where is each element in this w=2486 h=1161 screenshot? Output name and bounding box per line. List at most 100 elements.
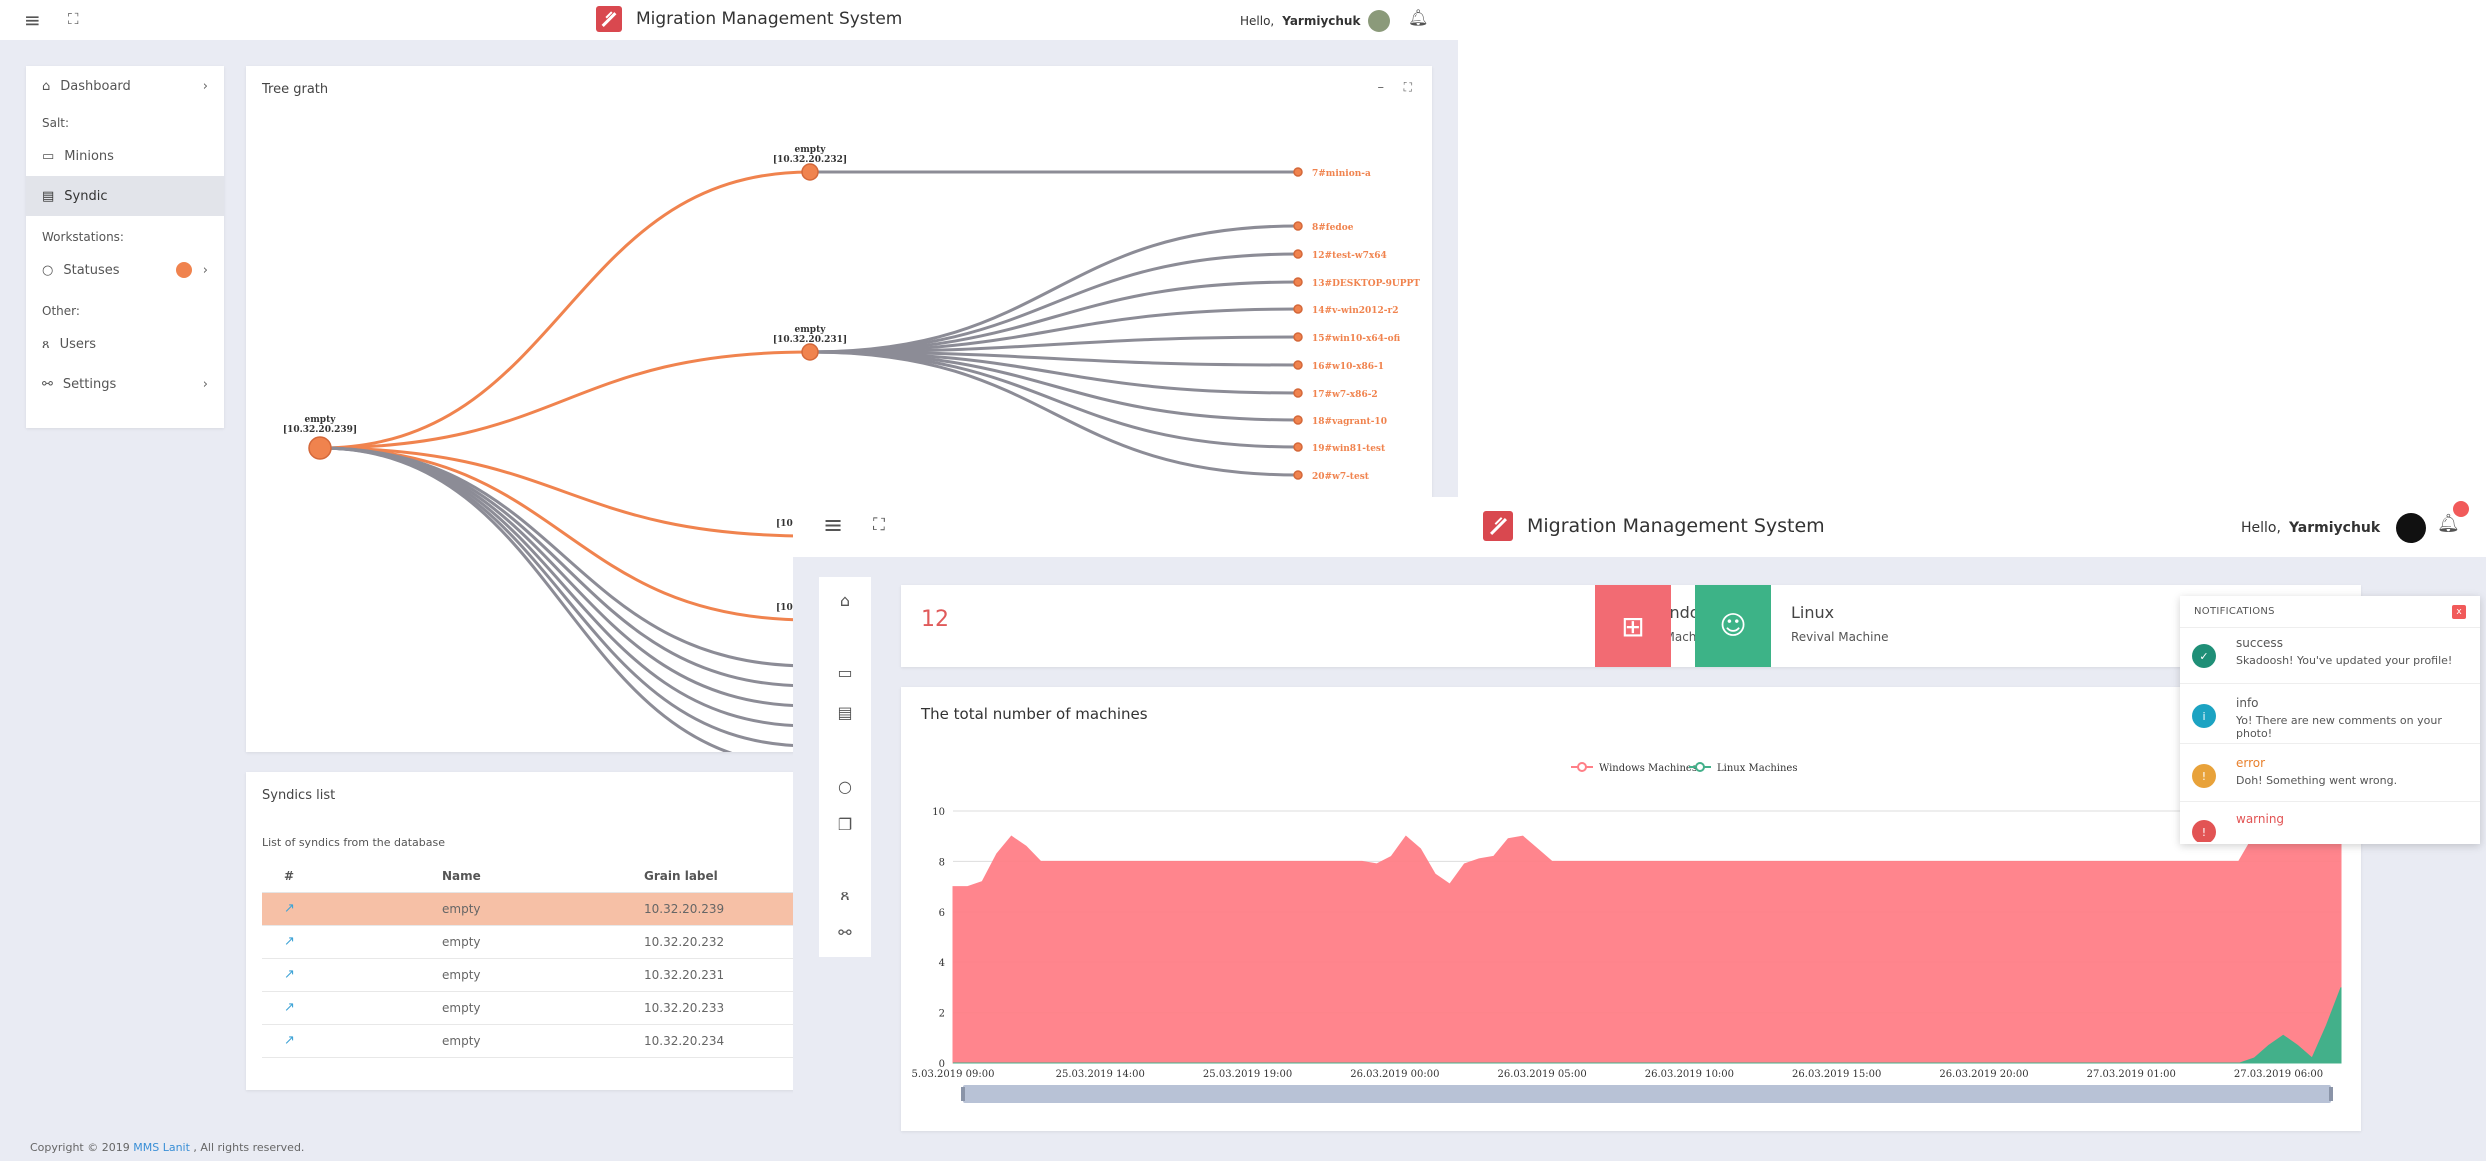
home-icon[interactable]: ⌂ — [819, 591, 871, 610]
table-row[interactable]: ↗︎ empty 10.32.20.234 — [262, 1024, 806, 1058]
leaf-node — [1293, 277, 1303, 287]
edit-icon[interactable]: ↗︎ — [284, 1000, 295, 1015]
fullscreen-icon[interactable]: ⛶ — [873, 515, 885, 535]
x-tick-label: 26.03.2019 05:00 — [1497, 1069, 1586, 1080]
tree-link — [319, 446, 811, 728]
sidebar-item-syndic[interactable]: ▤ Syndic — [26, 176, 224, 216]
node-ip: [10 — [776, 603, 793, 613]
windows-icon[interactable]: ⊞ — [1595, 585, 1671, 667]
app-title: Migration Management System — [636, 9, 903, 29]
notification-message: Doh! Something went wrong. — [2236, 774, 2398, 787]
leaf-node — [1293, 221, 1303, 231]
edit-icon[interactable]: ↗︎ — [284, 901, 295, 916]
tree-link — [319, 446, 811, 688]
user-name: Yarmiychuk — [2288, 520, 2381, 536]
edit-icon[interactable]: ↗︎ — [284, 967, 295, 982]
success-icon: ✓ — [2192, 644, 2216, 668]
greeting-text: Hello, — [1240, 14, 1275, 28]
windows-title: Windows — [1649, 603, 1721, 622]
section-other: Other: — [42, 304, 80, 318]
greeting-text: Hello, — [2241, 520, 2281, 536]
sidebar-item-settings[interactable]: ⚯ Settings › — [26, 364, 224, 404]
leaf-label: 12#test-w7x64 — [1312, 251, 1387, 261]
menu-icon[interactable]: ≡ — [24, 8, 41, 32]
tree-link — [319, 350, 811, 450]
avatar[interactable] — [1368, 10, 1391, 32]
tree-node — [801, 163, 819, 181]
table-row[interactable]: ↗︎ empty 10.32.20.239 — [262, 892, 806, 926]
x-tick-label: 26.03.2019 10:00 — [1645, 1069, 1734, 1080]
y-tick-label: 10 — [932, 807, 945, 818]
laptop-icon: ▭ — [42, 148, 55, 164]
chevron-right-icon: › — [202, 78, 208, 94]
copy-icon[interactable]: ❐ — [819, 815, 871, 834]
leaf-node — [1293, 470, 1303, 480]
notification-item[interactable]: ✓ success Skadoosh! You've updated your … — [2180, 628, 2480, 684]
notification-badge — [2453, 501, 2469, 517]
sidebar-item-label: Syndic — [64, 188, 108, 204]
menu-icon[interactable]: ≡ — [823, 511, 843, 539]
linux-icon[interactable]: ☺ — [1695, 585, 1771, 667]
laptop-icon[interactable]: ▭ — [819, 663, 871, 682]
link-icon[interactable]: ⚯ — [819, 923, 871, 942]
notification-item[interactable]: i info Yo! There are new comments on you… — [2180, 684, 2480, 744]
y-tick-label: 2 — [939, 1009, 945, 1020]
windows-stat: Windows Doomed Machines — [1461, 603, 1721, 644]
logo-icon — [596, 6, 622, 32]
x-tick-label: 25.03.2019 14:00 — [1056, 1069, 1145, 1080]
tree-link — [809, 280, 1299, 354]
tree-link — [319, 446, 733, 752]
footer: Copyright © 2019 MMS Lanit , All rights … — [30, 1141, 304, 1154]
table-row[interactable]: ↗︎ empty 10.32.20.231 — [262, 958, 806, 992]
close-icon[interactable]: x — [2452, 605, 2466, 619]
notification-type: info — [2236, 696, 2259, 710]
sidebar-item-label: Users — [59, 336, 97, 352]
error-icon: ! — [2192, 764, 2216, 788]
notification-item[interactable]: ! error Doh! Something went wrong. — [2180, 744, 2480, 802]
node-ip: [10.32.20.232] — [773, 155, 847, 165]
notification-message: Skadoosh! You've updated your profile! — [2236, 654, 2453, 667]
leaf-node — [1293, 304, 1303, 314]
notification-type: success — [2236, 636, 2283, 650]
sidebar-item-minions[interactable]: ▭ Minions — [26, 136, 224, 176]
cell-grain: 10.32.20.233 — [644, 991, 806, 1025]
notifications-header: NOTIFICATIONS — [2180, 596, 2480, 628]
circle-icon[interactable]: ○ — [819, 777, 871, 796]
notification-item[interactable]: ! warning — [2180, 802, 2480, 842]
user-greeting[interactable]: Hello, Yarmiychuk — [1240, 10, 1391, 32]
server-icon[interactable]: ▤ — [819, 703, 871, 722]
user-greeting[interactable]: Hello, Yarmiychuk — [2241, 513, 2427, 543]
edit-icon[interactable]: ↗︎ — [284, 934, 295, 949]
info-icon: i — [2192, 704, 2216, 728]
sidebar: ⌂ Dashboard › Salt: ▭ Minions ▤ Syndic Works… — [26, 66, 224, 428]
users-icon[interactable]: ጸ — [819, 885, 871, 905]
leaf-node — [1293, 442, 1303, 452]
fullscreen-icon[interactable]: ⛶ — [68, 10, 79, 28]
legend-marker — [1577, 762, 1587, 772]
leaf-label: 17#w7-x86-2 — [1312, 390, 1378, 400]
edit-icon[interactable]: ↗︎ — [284, 1033, 295, 1048]
root-node — [308, 436, 332, 460]
avatar[interactable] — [2396, 513, 2427, 543]
section-salt: Salt: — [42, 116, 70, 130]
table-row[interactable]: ↗︎ empty 10.32.20.233 — [262, 991, 806, 1025]
leaf-label: 13#DESKTOP-9UPPT — [1312, 279, 1420, 289]
syndics-list-card: Syndics list List of syndics from the da… — [246, 772, 806, 1090]
chevron-right-icon: › — [202, 262, 208, 278]
sidebar-item-users[interactable]: ጸ Users — [26, 324, 224, 364]
home-icon: ⌂ — [42, 78, 51, 94]
syndics-subtitle: List of syndics from the database — [262, 836, 445, 849]
leaf-label: 18#vagrant-10 — [1312, 417, 1387, 427]
notification-type: warning — [2236, 812, 2285, 826]
footer-link[interactable]: MMS Lanit — [133, 1141, 190, 1154]
x-tick-label: 5.03.2019 09:00 — [912, 1069, 995, 1080]
linux-subtitle: Revival Machine — [1791, 630, 1889, 644]
cell-name: empty — [442, 925, 644, 959]
bell-icon[interactable]: 🔔︎ — [1408, 8, 1428, 27]
notifications-dropdown: NOTIFICATIONS x ✓ success Skadoosh! You'… — [2180, 596, 2480, 844]
table-row[interactable]: ↗︎ empty 10.32.20.232 — [262, 925, 806, 959]
chart-card: The total number of machines 0 2 4 6 8 10 5.03… — [901, 687, 2361, 1131]
leaf-label: 16#w10-x86-1 — [1312, 362, 1384, 372]
sidebar-item-dashboard[interactable]: ⌂ Dashboard › — [26, 66, 224, 106]
sidebar-item-statuses[interactable]: ○ Statuses › — [26, 250, 224, 290]
